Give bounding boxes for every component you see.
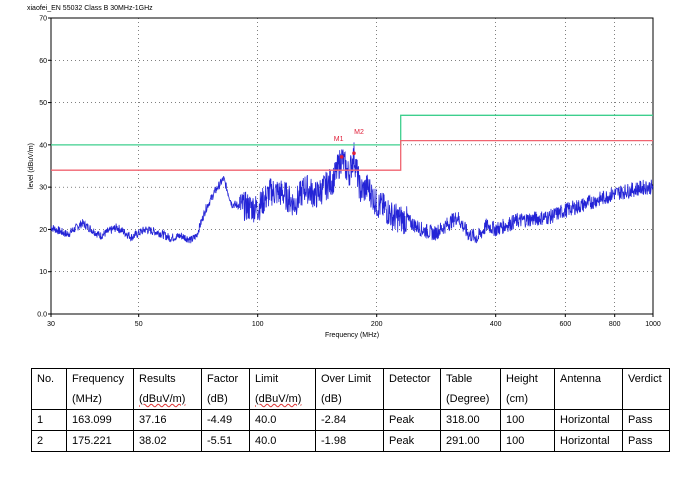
cell-detector: Peak [383,409,441,431]
header-height: Height [500,368,555,389]
results-unit-text: (dBuV/m) [139,393,186,405]
x-tick-label: 1000 [645,321,661,328]
marker-label: M1 [334,136,344,143]
header-detector-unit [383,389,441,410]
marker-point [352,151,356,156]
header-frequency-unit: (MHz) [66,389,134,410]
header-no-unit [31,389,67,410]
x-tick-label: 200 [371,321,383,328]
y-tick-label: 10 [39,269,47,276]
chart-title: xiaofei_EN 55032 Class B 30MHz-1GHz [27,5,153,12]
results-table: No. Frequency Results Factor Limit Over … [31,368,670,452]
table-header-row-1: No. Frequency Results Factor Limit Over … [31,368,670,389]
cell-antenna: Horizontal [554,430,623,452]
emission-chart: xiaofei_EN 55032 Class B 30MHz-1GHz 0.0 1… [27,5,661,339]
header-antenna: Antenna [554,368,623,389]
header-over-limit-unit: (dB) [315,389,384,410]
header-antenna-unit [554,389,623,410]
table-header-row-2: (MHz) (dBuV/m) (dB) (dBuV/m) (dB) (Degre… [31,389,670,410]
x-tick-label: 50 [135,321,143,328]
header-detector: Detector [383,368,441,389]
cell-antenna: Horizontal [554,409,623,431]
cell-results: 38.02 [133,430,202,452]
marker-label: M2 [354,129,364,136]
marker-point [339,155,344,159]
cell-limit: 40.0 [249,409,316,431]
y-tick-label: 50 [39,100,47,107]
y-tick-label: 0.0 [37,312,47,319]
x-axis-label: Frequency (MHz) [325,332,379,339]
header-table: Table [440,368,501,389]
header-no: No. [31,368,67,389]
x-tick-label: 800 [609,321,621,328]
table-row: 1 163.099 37.16 -4.49 40.0 -2.84 Peak 31… [31,409,670,431]
header-over-limit: Over Limit [315,368,384,389]
cell-no: 1 [31,409,67,431]
x-tick-label: 600 [559,321,571,328]
y-tick-label: 70 [39,16,47,23]
cell-detector: Peak [383,430,441,452]
y-tick-label: 60 [39,58,47,65]
header-limit: Limit [249,368,316,389]
cell-results: 37.16 [133,409,202,431]
header-verdict-unit [622,389,670,410]
header-table-unit: (Degree) [440,389,501,410]
header-factor-unit: (dB) [201,389,250,410]
cell-no: 2 [31,430,67,452]
cell-limit: 40.0 [249,430,316,452]
cell-verdict: Pass [622,430,670,452]
cell-factor: -4.49 [201,409,250,431]
cell-height: 100 [500,430,555,452]
cell-over-limit: -2.84 [315,409,384,431]
y-tick-label: 40 [39,142,47,149]
header-verdict: Verdict [622,368,670,389]
header-frequency: Frequency [66,368,134,389]
limit-unit-text: (dBuV/m) [255,393,302,405]
cell-frequency: 175.221 [66,430,134,452]
cell-table: 318.00 [440,409,501,431]
cell-factor: -5.51 [201,430,250,452]
header-limit-unit: (dBuV/m) [249,389,316,410]
y-axis-label: level (dBuV/m) [28,143,35,189]
x-tick-label: 100 [252,321,264,328]
cell-verdict: Pass [622,409,670,431]
header-factor: Factor [201,368,250,389]
cell-height: 100 [500,409,555,431]
cell-frequency: 163.099 [66,409,134,431]
x-tick-label: 400 [490,321,502,328]
cell-table: 291.00 [440,430,501,452]
cell-over-limit: -1.98 [315,430,384,452]
table-row: 2 175.221 38.02 -5.51 40.0 -1.98 Peak 29… [31,430,670,452]
header-height-unit: (cm) [500,389,555,410]
header-results: Results [133,368,202,389]
x-tick-label: 30 [47,321,55,328]
y-tick-label: 20 [39,227,47,234]
y-tick-label: 30 [39,185,47,192]
header-results-unit: (dBuV/m) [133,389,202,410]
